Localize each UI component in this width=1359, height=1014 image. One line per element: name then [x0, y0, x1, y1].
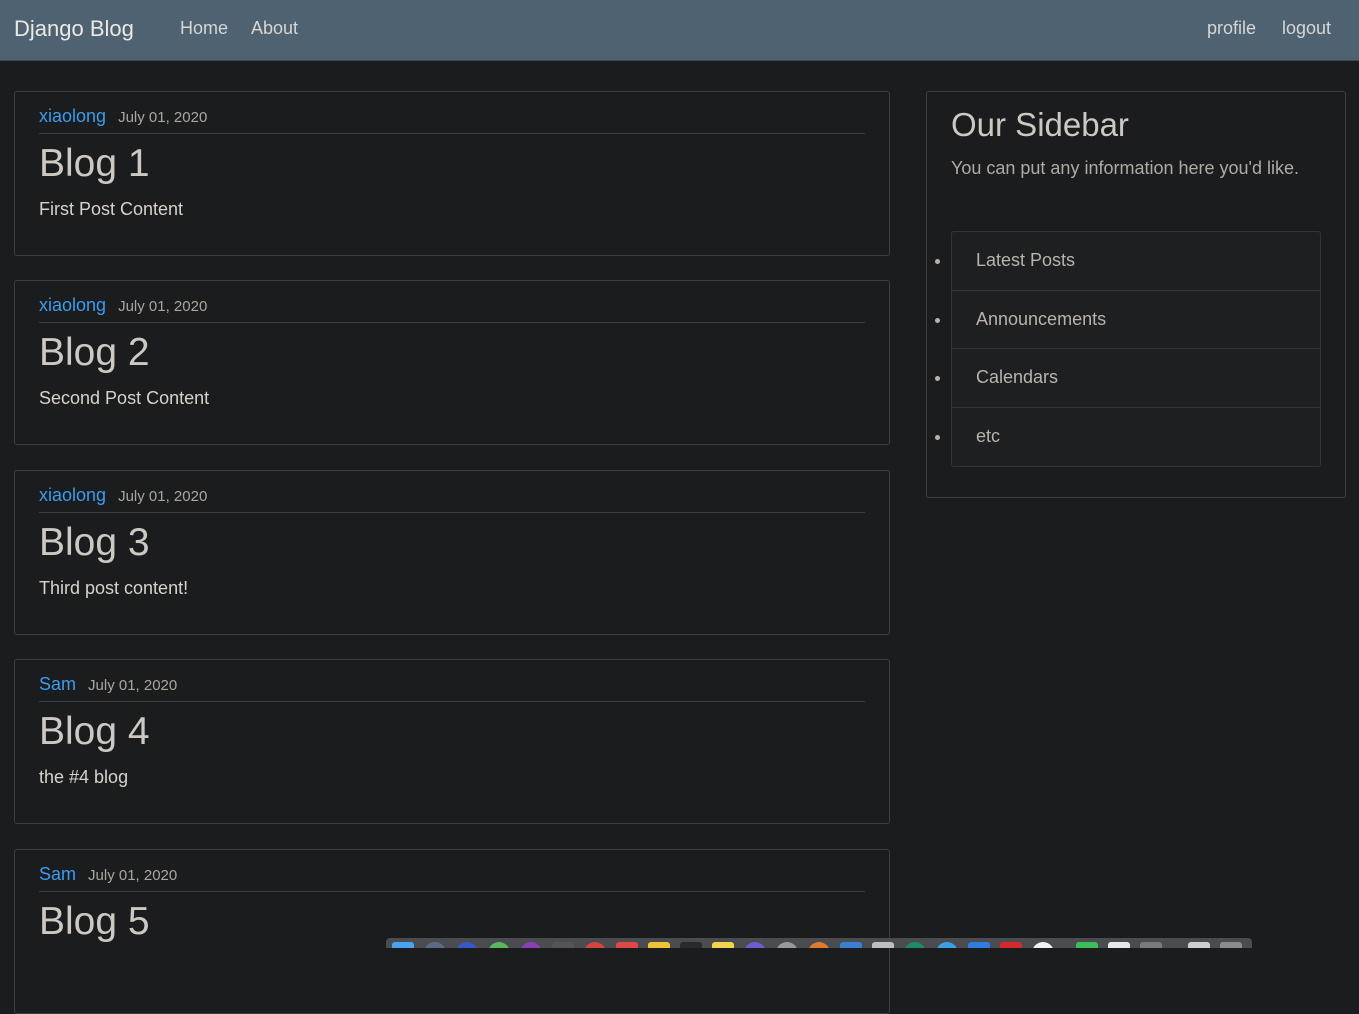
post-card: Sam July 01, 2020 Blog 5: [14, 849, 890, 1014]
post-card: Sam July 01, 2020 Blog 4 the #4 blog: [14, 659, 890, 824]
app-icon[interactable]: [1076, 942, 1098, 948]
app-icon[interactable]: [968, 942, 990, 948]
author-link[interactable]: Sam: [39, 674, 76, 694]
app-icon[interactable]: [1000, 942, 1022, 948]
post-title[interactable]: Blog 2: [39, 331, 150, 375]
brand-link[interactable]: Django Blog: [14, 16, 134, 42]
app-icon[interactable]: [808, 942, 830, 948]
app-icon[interactable]: [584, 942, 606, 948]
post-content: the #4 blog: [39, 767, 129, 787]
sidebar-item-announcements[interactable]: Announcements: [952, 291, 1320, 349]
author-link[interactable]: xiaolong: [39, 295, 106, 315]
app-icon[interactable]: [1188, 942, 1210, 948]
app-icon[interactable]: [776, 942, 798, 948]
sidebar-title: Our Sidebar: [951, 106, 1129, 143]
dock: [386, 938, 1252, 948]
finder-icon[interactable]: [392, 942, 414, 948]
post-content: Third post content!: [39, 578, 189, 598]
post-date: July 01, 2020: [88, 867, 178, 884]
post-title[interactable]: Blog 1: [39, 142, 150, 186]
app-icon[interactable]: [488, 942, 510, 948]
app-icon[interactable]: [520, 942, 542, 948]
post-meta: xiaolong July 01, 2020: [39, 106, 865, 134]
nav-home-link[interactable]: Home: [180, 18, 228, 39]
app-icon[interactable]: [872, 942, 894, 948]
sidebar-item-latest-posts[interactable]: Latest Posts: [952, 232, 1320, 291]
navbar: Django Blog Home About profile logout: [0, 0, 1359, 61]
app-icon[interactable]: [648, 942, 670, 948]
post-card: xiaolong July 01, 2020 Blog 3 Third post …: [14, 470, 890, 635]
app-icon[interactable]: [744, 942, 766, 948]
post-card: xiaolong July 01, 2020 Blog 1 First Post …: [14, 91, 890, 256]
nav-profile-link[interactable]: profile: [1207, 18, 1256, 39]
app-icon[interactable]: [840, 942, 862, 948]
post-meta: xiaolong July 01, 2020: [39, 485, 865, 513]
app-icon[interactable]: [616, 942, 638, 948]
post-content: Second Post Content: [39, 388, 210, 408]
app-icon[interactable]: [424, 942, 446, 948]
sidebar: Our Sidebar You can put any information …: [926, 91, 1346, 498]
post-date: July 01, 2020: [118, 488, 208, 505]
nav-about-link[interactable]: About: [251, 18, 298, 39]
sidebar-list: Latest Posts Announcements Calendars etc: [951, 231, 1321, 467]
app-icon[interactable]: [712, 942, 734, 948]
post-date: July 01, 2020: [118, 109, 208, 126]
post-meta: Sam July 01, 2020: [39, 674, 865, 702]
sidebar-item-etc[interactable]: etc: [952, 408, 1320, 467]
nav-logout-link[interactable]: logout: [1282, 18, 1331, 39]
sidebar-item-calendars[interactable]: Calendars: [952, 349, 1320, 408]
post-meta: xiaolong July 01, 2020: [39, 295, 865, 323]
post-meta: Sam July 01, 2020: [39, 864, 865, 892]
author-link[interactable]: xiaolong: [39, 485, 106, 505]
app-icon[interactable]: [936, 942, 958, 948]
app-icon[interactable]: [1108, 942, 1130, 948]
author-link[interactable]: Sam: [39, 864, 76, 884]
app-icon[interactable]: [1140, 942, 1162, 948]
post-date: July 01, 2020: [88, 677, 178, 694]
author-link[interactable]: xiaolong: [39, 106, 106, 126]
post-content: First Post Content: [39, 199, 184, 219]
app-icon[interactable]: [552, 942, 574, 948]
post-title[interactable]: Blog 3: [39, 521, 150, 565]
post-title[interactable]: Blog 5: [39, 900, 150, 944]
app-icon[interactable]: [1032, 942, 1054, 948]
post-title[interactable]: Blog 4: [39, 710, 150, 754]
trash-icon[interactable]: [1220, 942, 1242, 948]
post-card: xiaolong July 01, 2020 Blog 2 Second Post…: [14, 280, 890, 445]
app-icon[interactable]: [456, 942, 478, 948]
post-date: July 01, 2020: [118, 298, 208, 315]
app-icon[interactable]: [680, 942, 702, 948]
sidebar-description: You can put any information here you'd l…: [951, 158, 1299, 178]
app-icon[interactable]: [904, 942, 926, 948]
